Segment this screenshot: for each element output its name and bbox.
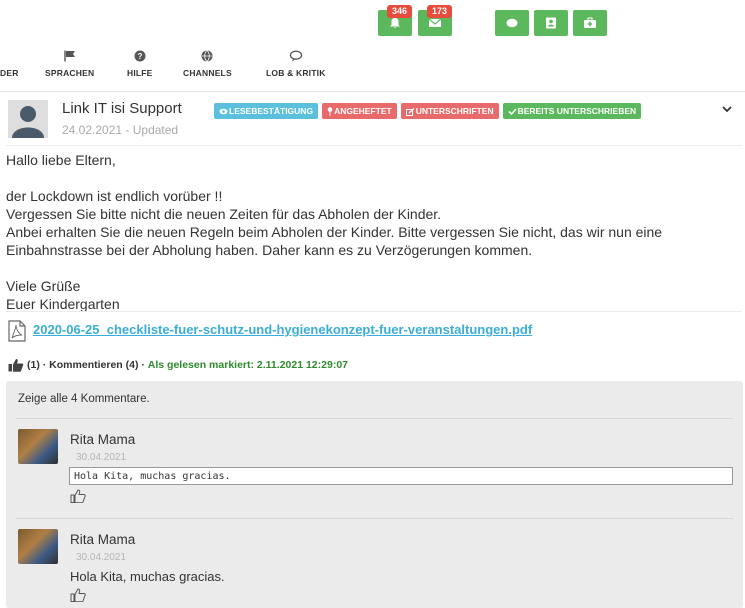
nav-item-label: CHANNELS <box>183 68 232 78</box>
edit-icon <box>405 107 415 116</box>
label-text: LESEBESTÄTIGUNG <box>229 106 314 116</box>
nav-item-channels[interactable]: CHANNELS <box>183 50 232 78</box>
post-header-divider <box>6 145 742 146</box>
body-line: Vergessen Sie bitte nicht die neuen Zeit… <box>6 206 442 222</box>
comment-avatar[interactable] <box>18 529 58 564</box>
thumbs-up-icon[interactable] <box>8 358 24 372</box>
post-labels: LESEBESTÄTIGUNG ANGEHEFTET UNTERSCHRIFTE… <box>214 103 642 120</box>
comment-date: 30.04.2021 <box>76 552 127 563</box>
nav-item-label: DER <box>0 68 19 78</box>
nav-item-label: HILFE <box>127 68 153 78</box>
body-line <box>6 169 741 187</box>
check-icon <box>508 108 517 116</box>
question-icon: ? <box>134 50 146 62</box>
label-read-receipt[interactable]: LESEBESTÄTIGUNG <box>214 103 319 120</box>
chat-bubble-icon <box>506 18 518 28</box>
avatar[interactable] <box>8 100 48 138</box>
label-text: ANGEHEFTET <box>334 106 392 116</box>
comment-link[interactable]: · Kommentieren (4) · <box>43 359 145 371</box>
body-line: Anbei erhalten Sie die neuen Regeln beim… <box>6 224 663 258</box>
nav-item-feedback[interactable]: LOB & KRITIK <box>266 50 326 78</box>
nav-item-help[interactable]: ? HILFE <box>127 50 153 78</box>
nav-item-partial[interactable]: DER <box>0 68 19 78</box>
body-line: Hallo liebe Eltern, <box>6 152 116 168</box>
comment-divider <box>16 518 733 519</box>
contacts-button[interactable] <box>534 10 568 36</box>
user-placeholder-icon <box>8 100 48 138</box>
label-text: UNTERSCHRIFTEN <box>415 106 494 116</box>
globe-icon <box>201 50 213 62</box>
post-author[interactable]: Link IT isi Support <box>62 100 182 117</box>
comment-text: Hola Kita, muchas gracias. <box>70 569 225 584</box>
attachment-divider <box>6 311 742 312</box>
svg-text:?: ? <box>137 52 142 61</box>
nav-item-languages[interactable]: SPRACHEN <box>45 50 94 78</box>
top-bar: 346 173 <box>0 0 745 44</box>
comment-edit-field[interactable]: Hola Kita, muchas gracias. <box>69 467 733 485</box>
main-nav: DER SPRACHEN ? HILFE CHANNELS LOB & KRIT… <box>0 50 745 86</box>
medical-button[interactable] <box>573 10 607 36</box>
comment-author[interactable]: Rita Mama <box>70 532 135 547</box>
comment-divider <box>16 418 733 419</box>
contact-card-icon <box>546 17 556 29</box>
comment-avatar[interactable] <box>18 429 58 464</box>
thumbs-up-icon[interactable] <box>70 588 86 602</box>
body-line: Viele Grüße <box>6 278 81 294</box>
label-signatures[interactable]: UNTERSCHRIFTEN <box>400 103 499 120</box>
label-already-signed[interactable]: BEREITS UNTERSCHRIEBEN <box>502 103 642 120</box>
chevron-down-icon[interactable] <box>720 104 734 114</box>
comment-icon <box>289 50 302 62</box>
flag-icon <box>63 50 75 62</box>
bell-icon <box>390 18 400 28</box>
thumbs-up-icon[interactable] <box>70 489 86 503</box>
body-line <box>6 259 741 277</box>
messages-button[interactable]: 173 <box>418 5 453 36</box>
medkit-icon <box>584 17 596 28</box>
eye-icon <box>219 108 228 115</box>
nav-item-label: SPRACHEN <box>45 68 95 78</box>
read-status: Als gelesen markiert: 2.11.2021 12:29:07 <box>147 359 348 371</box>
show-all-comments-link[interactable]: Zeige alle 4 Kommentare. <box>18 393 150 405</box>
nav-divider <box>0 91 745 92</box>
label-pinned[interactable]: ANGEHEFTET <box>322 103 397 120</box>
post-body: Hallo liebe Eltern, der Lockdown ist end… <box>6 151 741 313</box>
pdf-file-icon <box>8 320 26 342</box>
body-line: der Lockdown ist endlich vorüber !! <box>6 188 223 204</box>
comment-author[interactable]: Rita Mama <box>70 432 135 447</box>
comment-date: 30.04.2021 <box>76 452 127 463</box>
notifications-button[interactable]: 346 <box>378 5 413 36</box>
messages-badge: 173 <box>427 5 453 18</box>
post-actions: (1) · Kommentieren (4) · Als gelesen mar… <box>8 358 348 372</box>
envelope-icon <box>428 18 442 27</box>
pin-icon <box>327 107 333 117</box>
chat-button[interactable] <box>495 10 529 36</box>
comments-panel: Zeige alle 4 Kommentare. Rita Mama 30.04… <box>6 381 743 608</box>
nav-item-label: LOB & KRITIK <box>266 68 326 78</box>
notifications-badge: 346 <box>387 5 413 18</box>
attachment-link[interactable]: 2020-06-25_checkliste-fuer-schutz-und-hy… <box>33 322 532 337</box>
post-date: 24.02.2021 - Updated <box>62 123 179 137</box>
like-count[interactable]: (1) <box>27 359 40 371</box>
label-text: BEREITS UNTERSCHRIEBEN <box>517 106 637 116</box>
